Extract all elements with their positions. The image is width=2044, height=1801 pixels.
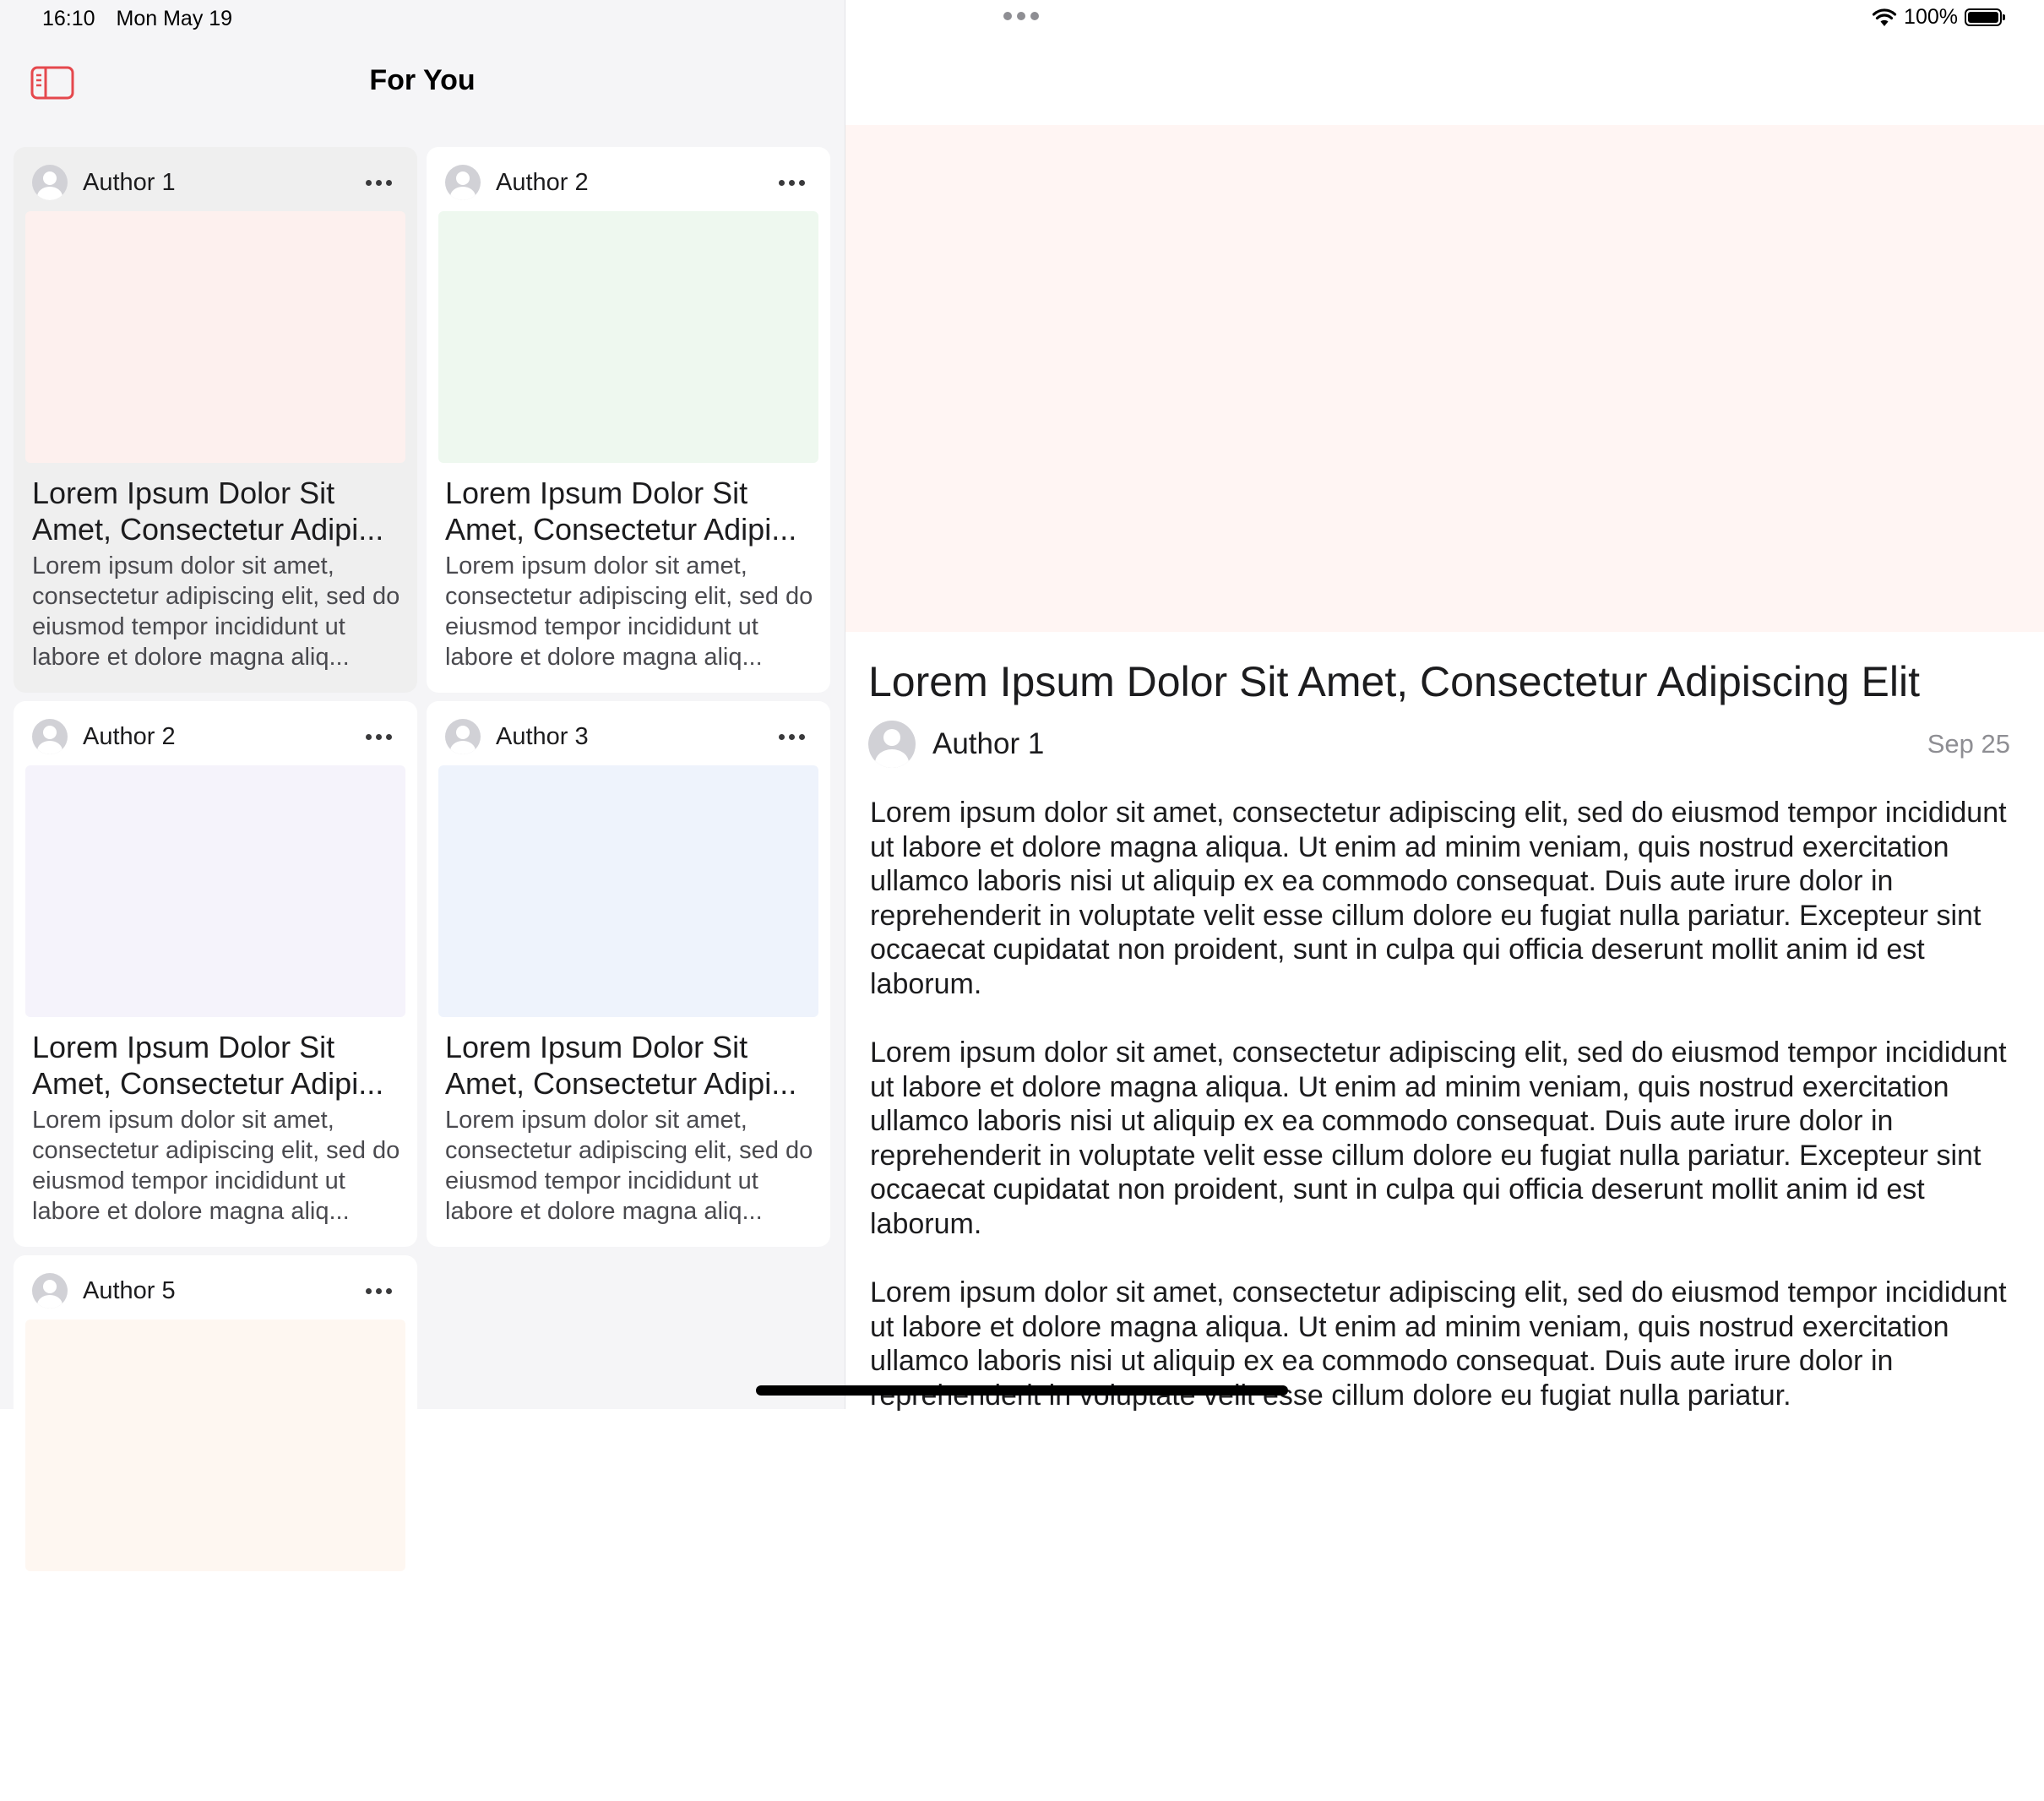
article-card[interactable]: Author 2 Lorem Ipsum Dolor Sit Amet, Con… (427, 147, 830, 693)
battery-percent: 100% (1904, 5, 1958, 29)
card-header: Author 3 (445, 718, 812, 755)
card-excerpt: Lorem ipsum dolor sit amet, consectetur … (32, 1107, 400, 1225)
article-paragraph: Lorem ipsum dolor sit amet, consectetur … (870, 797, 2007, 1000)
card-image (438, 211, 818, 463)
battery-fill (1968, 12, 1998, 23)
card-header: Author 2 (32, 718, 399, 755)
article-hero-image (845, 125, 2044, 632)
card-author: Author 3 (496, 722, 589, 750)
card-title: Lorem Ipsum Dolor Sit Amet, Consectetur … (445, 476, 797, 547)
sidebar-pane: 16:10 Mon May 19 For You Author 1 Lorem … (0, 0, 845, 1801)
ellipsis-icon[interactable] (359, 173, 399, 193)
ellipsis-icon[interactable] (359, 1281, 399, 1301)
home-indicator[interactable] (756, 1385, 1288, 1396)
card-title: Lorem Ipsum Dolor Sit Amet, Consectetur … (32, 476, 384, 547)
article-card[interactable]: Author 1 Lorem Ipsum Dolor Sit Amet, Con… (14, 147, 417, 693)
person-circle-icon (32, 719, 68, 754)
card-author: Author 5 (83, 1276, 176, 1304)
card-author: Author 2 (496, 168, 589, 196)
card-image (25, 211, 405, 463)
battery-icon (1965, 8, 2005, 26)
ellipsis-icon[interactable] (772, 727, 812, 747)
status-date: Mon May 19 (116, 7, 233, 30)
article-paragraph: Lorem ipsum dolor sit amet, consectetur … (870, 1037, 2007, 1240)
wifi-icon (1872, 8, 1897, 26)
article-meta: Author 1 Sep 25 (868, 721, 2010, 768)
person-circle-icon (32, 1273, 68, 1309)
card-author: Author 1 (83, 168, 176, 196)
status-indicators: 100% (1872, 5, 2005, 30)
card-image (25, 1319, 405, 1571)
person-circle-icon (32, 165, 68, 200)
card-excerpt: Lorem ipsum dolor sit amet, consectetur … (445, 552, 813, 671)
card-title: Lorem Ipsum Dolor Sit Amet, Consectetur … (32, 1030, 384, 1101)
person-circle-icon (445, 165, 481, 200)
ellipsis-icon[interactable] (772, 173, 812, 193)
article-card[interactable]: Author 5 (14, 1255, 417, 1801)
card-image (25, 765, 405, 1017)
status-time-date: 16:10 Mon May 19 (42, 7, 232, 31)
article-body: Lorem ipsum dolor sit amet, consectetur … (870, 796, 2027, 1447)
card-header: Author 1 (32, 164, 399, 201)
card-header: Author 5 (32, 1272, 399, 1309)
card-excerpt: Lorem ipsum dolor sit amet, consectetur … (445, 1107, 813, 1225)
ellipsis-icon[interactable] (359, 727, 399, 747)
page-title: For You (369, 64, 476, 96)
article-date: Sep 25 (1927, 729, 2010, 759)
article-card[interactable]: Author 3 Lorem Ipsum Dolor Sit Amet, Con… (427, 701, 830, 1247)
card-header: Author 2 (445, 164, 812, 201)
card-author: Author 2 (83, 722, 176, 750)
article-card[interactable]: Author 2 Lorem Ipsum Dolor Sit Amet, Con… (14, 701, 417, 1247)
card-title: Lorem Ipsum Dolor Sit Amet, Consectetur … (445, 1030, 797, 1101)
card-image (438, 765, 818, 1017)
person-circle-icon (445, 719, 481, 754)
status-time: 16:10 (42, 7, 95, 30)
person-circle-icon (868, 721, 916, 768)
multitasking-dots-icon[interactable] (1003, 12, 1041, 25)
card-excerpt: Lorem ipsum dolor sit amet, consectetur … (32, 552, 400, 671)
article-author[interactable]: Author 1 (932, 727, 1927, 761)
article-title: Lorem Ipsum Dolor Sit Amet, Consectetur … (868, 658, 1920, 705)
